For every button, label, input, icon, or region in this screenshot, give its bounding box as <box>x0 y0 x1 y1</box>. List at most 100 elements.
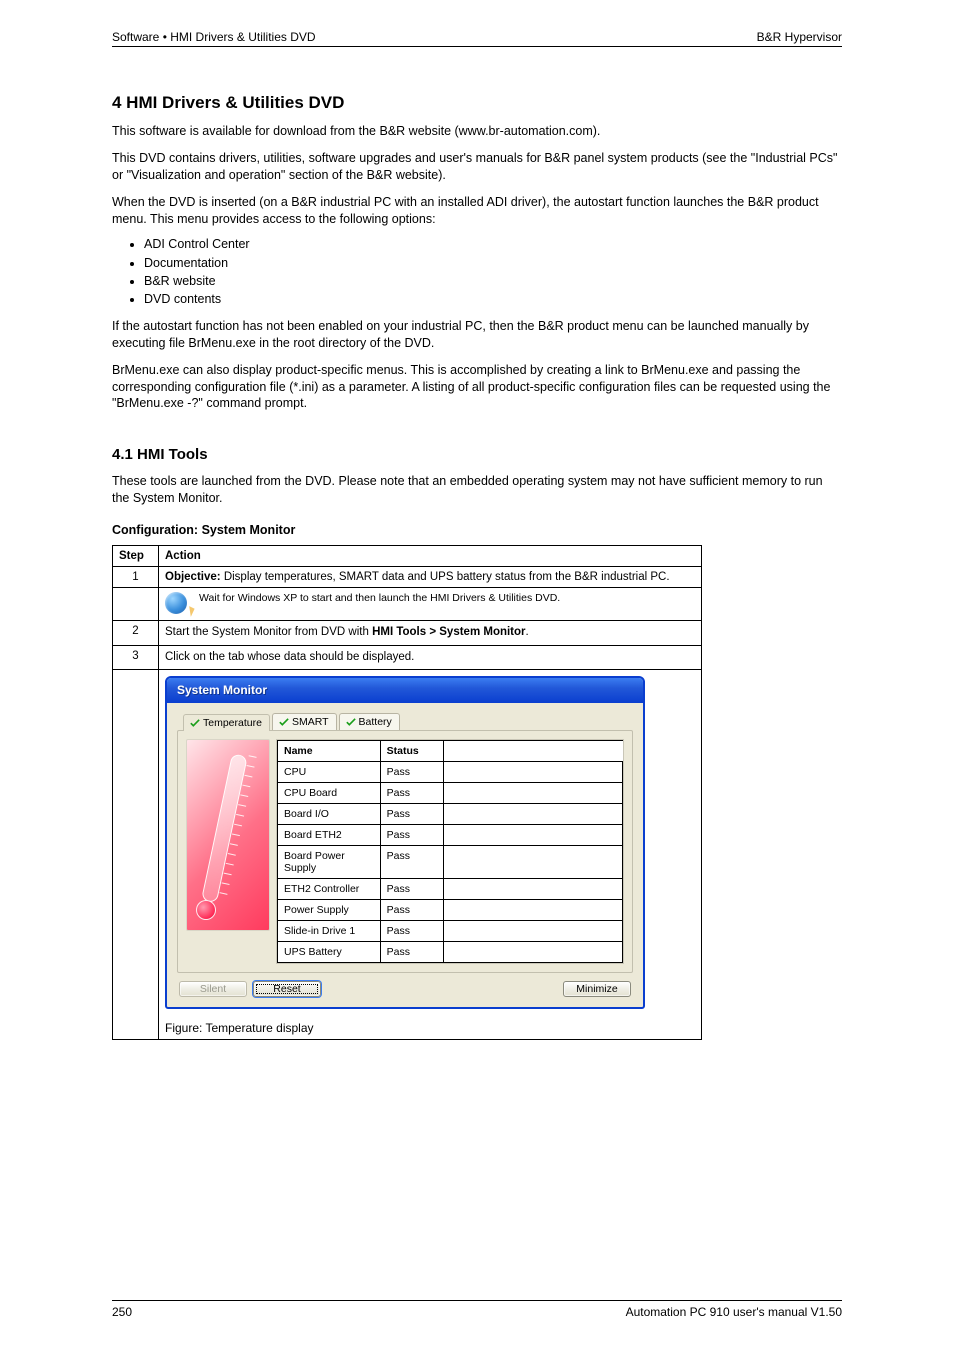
table-row: 2 Start the System Monitor from DVD with… <box>113 621 702 646</box>
sysmon-panel: TEMPERATURE <box>177 730 633 973</box>
thermometer-graphic: TEMPERATURE <box>186 739 270 931</box>
action-cell: Objective: Display temperatures, SMART d… <box>159 567 702 588</box>
table-row: ETH2 ControllerPass <box>278 879 623 900</box>
cell-status: Pass <box>380 825 443 846</box>
cell-name[interactable]: Board I/O <box>278 804 381 825</box>
th-step: Step <box>113 546 159 567</box>
table-row: CPU BoardPass <box>278 783 623 804</box>
table-row: CPUPass <box>278 762 623 783</box>
cell-blank <box>443 900 622 921</box>
step-cell <box>113 588 159 621</box>
cell-blank <box>443 762 622 783</box>
cell-status: Pass <box>380 762 443 783</box>
th-name[interactable]: Name <box>278 741 381 762</box>
objective-label: Objective: <box>165 571 221 583</box>
list-item: Documentation <box>144 254 842 272</box>
section-4-p1: This software is available for download … <box>112 123 842 140</box>
cell-name[interactable]: CPU <box>278 762 381 783</box>
tab-label: Battery <box>359 716 392 728</box>
table-row: 1 Objective: Display temperatures, SMART… <box>113 567 702 588</box>
cell-blank <box>443 783 622 804</box>
cell-name[interactable]: UPS Battery <box>278 942 381 963</box>
text-before: Start the System Monitor from DVD with <box>165 626 372 638</box>
config-table: Step Action 1 Objective: Display tempera… <box>112 545 702 1040</box>
header-left: Software • HMI Drivers & Utilities DVD <box>112 30 316 44</box>
cell-name[interactable]: Slide-in Drive 1 <box>278 921 381 942</box>
checkmark-icon <box>279 718 289 726</box>
th-action: Action <box>159 546 702 567</box>
step-cell: 2 <box>113 621 159 646</box>
section-4-p4: If the autostart function has not been e… <box>112 318 842 352</box>
list-item: DVD contents <box>144 290 842 308</box>
tab-temperature[interactable]: Temperature <box>183 714 270 731</box>
cell-name[interactable]: Power Supply <box>278 900 381 921</box>
section-4-p2: This DVD contains drivers, utilities, so… <box>112 150 842 184</box>
tab-label: Temperature <box>203 717 262 729</box>
cell-status: Pass <box>380 879 443 900</box>
figure-cell: System Monitor Temperature SMART <box>159 670 702 1040</box>
cell-blank <box>443 921 622 942</box>
cell-blank <box>443 879 622 900</box>
objective-text: Display temperatures, SMART data and UPS… <box>224 571 670 583</box>
cell-blank <box>443 942 622 963</box>
text-after: . <box>526 626 529 638</box>
spacer <box>327 981 557 997</box>
reset-button[interactable]: Reset <box>253 981 321 997</box>
page-header: Software • HMI Drivers & Utilities DVD B… <box>112 30 842 47</box>
table-row: Slide-in Drive 1Pass <box>278 921 623 942</box>
table-row: Board ETH2Pass <box>278 825 623 846</box>
page-number: 250 <box>112 1305 132 1319</box>
cell-blank <box>443 825 622 846</box>
cell-name[interactable]: ETH2 Controller <box>278 879 381 900</box>
cell-status: Pass <box>380 921 443 942</box>
tab-battery[interactable]: Battery <box>339 713 400 730</box>
checkmark-icon <box>190 719 200 727</box>
cell-status: Pass <box>380 804 443 825</box>
menu-path: HMI Tools > System Monitor <box>372 626 525 638</box>
table-row: UPS BatteryPass <box>278 942 623 963</box>
list-item: B&R website <box>144 272 842 290</box>
cell-status: Pass <box>380 846 443 879</box>
config-caption: Configuration: System Monitor <box>112 523 842 537</box>
header-right: B&R Hypervisor <box>757 30 842 44</box>
table-row: Board I/OPass <box>278 804 623 825</box>
table-row: Board Power SupplyPass <box>278 846 623 879</box>
step-cell: 3 <box>113 645 159 670</box>
table-row: System Monitor Temperature SMART <box>113 670 702 1040</box>
th-status[interactable]: Status <box>380 741 443 762</box>
section-4-title: 4 HMI Drivers & Utilities DVD <box>112 93 842 113</box>
page-footer: 250 Automation PC 910 user's manual V1.5… <box>112 1300 842 1319</box>
cell-blank <box>443 804 622 825</box>
cell-status: Pass <box>380 900 443 921</box>
step-cell: 1 <box>113 567 159 588</box>
manual-version: Automation PC 910 user's manual V1.50 <box>626 1305 842 1319</box>
sensor-table: Name Status CPUPass CPU BoardPass <box>277 740 623 963</box>
tab-label: SMART <box>292 716 329 728</box>
minimize-button[interactable]: Minimize <box>563 981 631 997</box>
thermometer-stem-icon <box>201 753 248 903</box>
sysmon-tabs: Temperature SMART Battery <box>183 713 633 730</box>
table-row: Wait for Windows XP to start and then la… <box>113 588 702 621</box>
th-blank[interactable] <box>443 741 622 762</box>
tab-smart[interactable]: SMART <box>272 713 337 730</box>
cell-blank <box>443 846 622 879</box>
sysmon-titlebar[interactable]: System Monitor <box>167 678 643 703</box>
cell-name[interactable]: Board Power Supply <box>278 846 381 879</box>
cell-name[interactable]: Board ETH2 <box>278 825 381 846</box>
list-item: ADI Control Center <box>144 235 842 253</box>
action-cell: Start the System Monitor from DVD with H… <box>159 621 702 646</box>
sysmon-grid: Name Status CPUPass CPU BoardPass <box>276 739 624 964</box>
silent-button[interactable]: Silent <box>179 981 247 997</box>
action-cell: Click on the tab whose data should be di… <box>159 645 702 670</box>
thermometer-bulb-icon <box>196 900 216 920</box>
section-4-p5: BrMenu.exe can also display product-spec… <box>112 362 842 413</box>
cell-name[interactable]: CPU Board <box>278 783 381 804</box>
cell-status: Pass <box>380 783 443 804</box>
figure-caption: Figure: Temperature display <box>165 1021 695 1035</box>
section-4-bullet-list: ADI Control Center Documentation B&R web… <box>112 235 842 308</box>
table-row: 3 Click on the tab whose data should be … <box>113 645 702 670</box>
action-cell: Wait for Windows XP to start and then la… <box>159 588 702 621</box>
cell-status: Pass <box>380 942 443 963</box>
table-row: Power SupplyPass <box>278 900 623 921</box>
system-monitor-window: System Monitor Temperature SMART <box>165 676 645 1009</box>
